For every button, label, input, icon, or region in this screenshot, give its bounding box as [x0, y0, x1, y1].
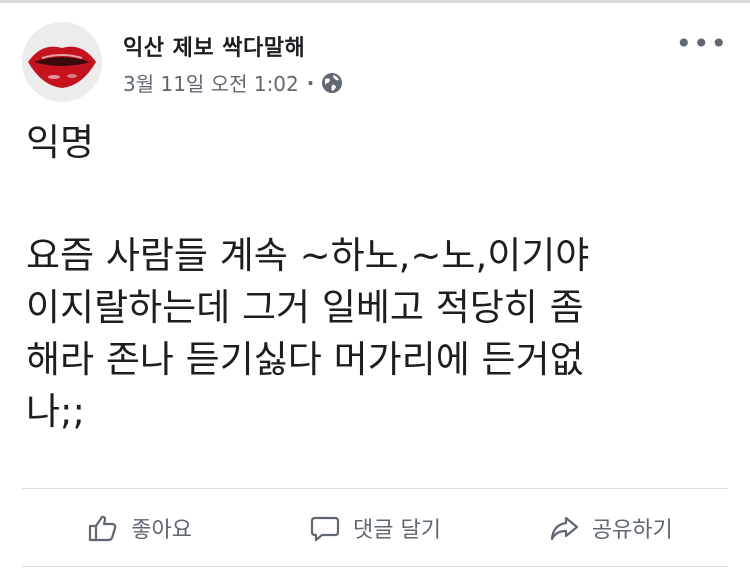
globe-icon — [322, 72, 343, 93]
lips-avatar-image — [22, 22, 102, 102]
like-label: 좋아요 — [131, 518, 193, 543]
share-button[interactable]: 공유하기 — [493, 490, 728, 566]
actions-divider-top — [22, 488, 728, 489]
post-meta: 3월 11일 오전 1:02 · — [123, 68, 344, 97]
share-arrow-icon — [550, 516, 578, 541]
comment-label: 댓글 달기 — [353, 518, 441, 543]
meta-separator: · — [306, 70, 315, 95]
comment-button[interactable]: 댓글 달기 — [257, 490, 492, 566]
post-timestamp[interactable]: 3월 11일 오전 1:02 — [123, 68, 299, 97]
post-text: 요즘 사람들 계속 ~하노,~노,이기야 이지랄하는데 그거 일베고 적당히 좀… — [26, 234, 590, 433]
post-header: 익산 제보 싹다말해 3월 11일 오전 1:02 · ••• — [22, 22, 728, 106]
avatar[interactable] — [22, 22, 102, 102]
comment-bubble-icon — [310, 516, 340, 542]
post-title: 익명 — [26, 121, 95, 164]
author-name[interactable]: 익산 제보 싹다말해 — [123, 30, 305, 62]
thumbs-up-icon — [89, 515, 117, 542]
share-label: 공유하기 — [591, 518, 673, 543]
more-options-icon[interactable]: ••• — [675, 30, 728, 58]
top-divider — [0, 0, 750, 3]
post-actions: 좋아요 댓글 달기 공유하기 — [22, 490, 728, 566]
like-button[interactable]: 좋아요 — [22, 490, 257, 566]
actions-divider-bottom — [22, 566, 728, 567]
post-body: 익명 요즘 사람들 계속 ~하노,~노,이기야 이지랄하는데 그거 일베고 적당… — [26, 118, 726, 438]
